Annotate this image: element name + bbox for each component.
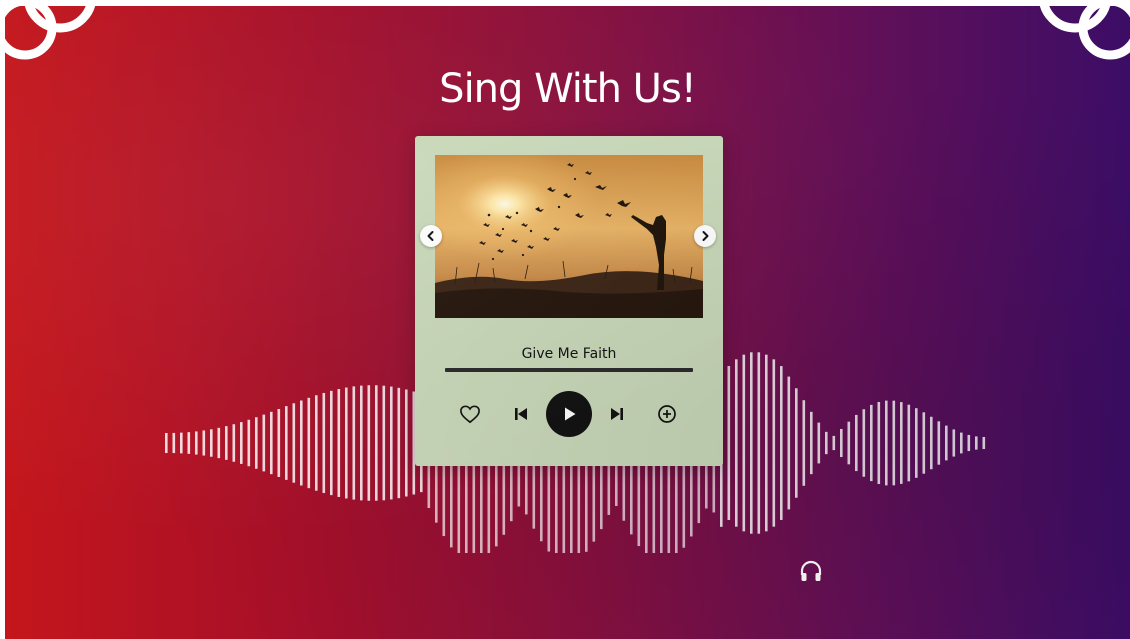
sound-wave-bar (202, 430, 206, 456)
sound-wave-bar (165, 433, 168, 453)
sound-wave-bar (337, 389, 341, 497)
sound-wave-bar (292, 403, 296, 483)
sound-wave-bar (945, 425, 948, 461)
sound-wave-bar (390, 386, 393, 500)
sound-wave-bar (225, 426, 228, 460)
sound-wave-bar (727, 366, 731, 520)
sound-wave-bar (172, 432, 176, 454)
chevron-right-icon (702, 231, 709, 241)
sound-wave-bar (360, 385, 363, 501)
sound-wave-bar (930, 416, 933, 470)
sound-wave-bar (307, 397, 311, 489)
sound-wave-bar (757, 352, 761, 534)
sound-wave-bar (862, 409, 866, 477)
chevron-left-icon (427, 231, 434, 241)
sound-wave-bar (802, 400, 806, 486)
next-track-button[interactable] (609, 405, 625, 423)
album-art (435, 155, 703, 318)
sound-wave-bar (367, 385, 371, 501)
sound-wave-bar (780, 366, 783, 520)
sound-wave-bar (855, 414, 858, 472)
sound-wave-bar (907, 404, 911, 482)
play-icon (565, 407, 576, 421)
sound-wave-bar (195, 431, 198, 455)
sound-wave-bar (240, 422, 243, 464)
sound-wave-bar (885, 400, 888, 486)
sound-wave-bar (375, 385, 378, 501)
previous-image-button[interactable] (420, 225, 442, 247)
previous-track-button[interactable] (513, 405, 529, 423)
sound-wave-bar (262, 414, 266, 472)
sound-wave-bar (397, 387, 401, 499)
heart-icon (460, 405, 480, 424)
sound-wave-bar (382, 385, 386, 501)
sound-wave-bar (330, 390, 333, 496)
sound-wave-bar (832, 435, 836, 451)
add-to-playlist-button[interactable] (657, 404, 677, 424)
progress-bar[interactable] (445, 368, 693, 372)
sound-wave-bar (405, 389, 408, 497)
sound-wave-bar (300, 400, 303, 486)
sound-wave-bar (877, 401, 881, 485)
sound-wave-bar (285, 406, 288, 480)
sound-wave-bar (255, 417, 258, 469)
sound-wave-bar (315, 395, 318, 491)
sound-wave-bar (825, 431, 828, 455)
sound-wave-bar (915, 408, 918, 478)
sound-wave-bar (180, 432, 183, 454)
plus-circle-icon (658, 405, 676, 423)
sound-wave-bar (765, 354, 768, 532)
sound-wave-bar (817, 422, 821, 464)
sound-wave-bar (187, 432, 191, 454)
sound-wave-bar (847, 421, 851, 465)
sound-wave-bar (922, 412, 926, 474)
sound-wave-bar (210, 429, 213, 457)
sound-wave-bar (840, 428, 843, 458)
sound-wave-bar (892, 400, 896, 486)
sound-wave-bar (750, 352, 753, 534)
skip-next-icon (611, 408, 623, 420)
sound-wave-bar (795, 388, 798, 498)
like-button[interactable] (459, 403, 481, 425)
sound-wave-bar (232, 424, 236, 462)
slide-background: Sing With Us! Give Me Faith (5, 6, 1130, 639)
sound-wave-bar (247, 419, 251, 467)
sound-wave-bar (322, 392, 326, 494)
next-image-button[interactable] (694, 225, 716, 247)
play-button[interactable] (546, 391, 592, 437)
sound-wave-bar (270, 411, 273, 475)
sound-wave-bar (735, 359, 738, 527)
sound-wave-bar (952, 429, 956, 457)
song-title: Give Me Faith (521, 346, 617, 362)
skip-previous-icon (515, 408, 527, 420)
sound-wave-bar (982, 436, 986, 450)
sound-wave-bar (352, 386, 356, 500)
sound-wave-bar (900, 402, 903, 484)
music-player-card: Give Me Faith (415, 136, 723, 466)
sound-wave-bar (345, 387, 348, 499)
sound-wave-bar (810, 411, 813, 475)
playback-controls (415, 391, 723, 437)
sound-wave-bar (960, 432, 963, 454)
sound-wave-bar (937, 421, 941, 465)
sound-wave-bar (217, 427, 221, 459)
sound-wave-bar (787, 376, 791, 510)
sound-wave-bar (870, 404, 873, 482)
sound-wave-bar (967, 434, 971, 452)
sound-wave-bar (772, 359, 776, 527)
headphones-icon[interactable] (799, 559, 823, 583)
sound-wave-bar (742, 354, 746, 532)
sound-wave-bar (277, 408, 281, 478)
sound-wave-bar (975, 436, 978, 450)
